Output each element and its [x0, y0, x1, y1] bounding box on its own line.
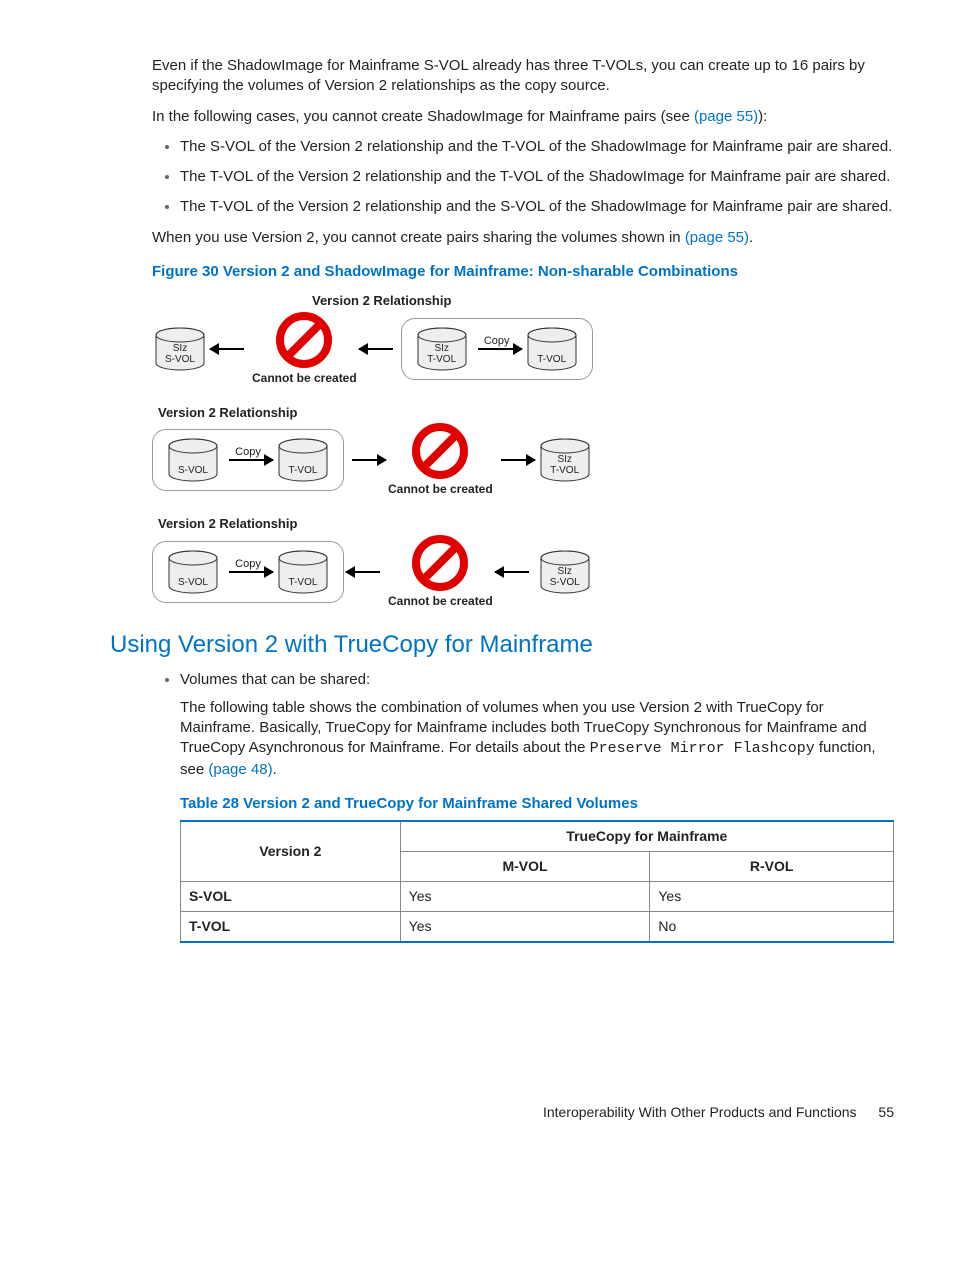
section2-bullets: Volumes that can be shared: The followin… [152, 670, 894, 943]
cannot-label: Cannot be created [252, 370, 357, 386]
cylinder-icon: T-VOL [277, 438, 329, 482]
link-page55-1[interactable]: (page 55) [694, 108, 758, 125]
vol-label: SIz T-VOL [427, 343, 456, 371]
cylinder-icon: SIz T-VOL [539, 438, 591, 482]
vol-label: T-VOL [537, 354, 566, 371]
arrow-icon [359, 348, 399, 350]
prohibited-icon [412, 423, 468, 479]
arrow-icon: Copy [223, 459, 273, 461]
figure-diagram-3: Version 2 Relationship S-VOL Copy T-VOL … [152, 515, 894, 609]
vol-label: S-VOL [178, 577, 208, 594]
th-truecopy: TrueCopy for Mainframe [400, 821, 893, 851]
cylinder-icon: SIz S-VOL [154, 327, 206, 371]
cylinder-icon: T-VOL [277, 550, 329, 594]
copy-label: Copy [484, 334, 510, 349]
vol-label: SIz S-VOL [550, 566, 580, 594]
figure-caption: Figure 30 Version 2 and ShadowImage for … [152, 262, 894, 282]
link-page55-2[interactable]: (page 55) [685, 229, 749, 246]
table-row: T-VOL Yes No [181, 911, 894, 941]
relationship-group: S-VOL Copy T-VOL [152, 541, 344, 603]
intro-p2: In the following cases, you cannot creat… [152, 107, 894, 127]
cell: Yes [650, 881, 894, 911]
arrow-icon [346, 459, 386, 461]
prohibited-icon [276, 312, 332, 368]
intro-p3: When you use Version 2, you cannot creat… [152, 228, 894, 248]
arrow-icon: Copy [223, 571, 273, 573]
cylinder-icon: S-VOL [167, 438, 219, 482]
prohibited-icon [412, 535, 468, 591]
bullet-2: The T-VOL of the Version 2 relationship … [180, 167, 894, 187]
section-heading: Using Version 2 with TrueCopy for Mainfr… [110, 629, 894, 661]
page-number: 55 [878, 1104, 894, 1120]
arrow-icon [495, 571, 535, 573]
vol-label: SIz T-VOL [550, 454, 579, 482]
table-caption: Table 28 Version 2 and TrueCopy for Main… [180, 794, 894, 814]
arrow-icon [346, 571, 386, 573]
page-footer: Interoperability With Other Products and… [110, 1103, 894, 1122]
cylinder-icon: SIz T-VOL [416, 327, 468, 371]
intro-bullets: The S-VOL of the Version 2 relationship … [152, 137, 894, 218]
relationship-group: S-VOL Copy T-VOL [152, 429, 344, 491]
section2-p1: The following table shows the combinatio… [180, 698, 894, 780]
cell: Yes [400, 911, 650, 941]
cylinder-icon: T-VOL [526, 327, 578, 371]
mono-text: Preserve Mirror Flashcopy [590, 740, 815, 757]
row-label: T-VOL [181, 911, 401, 941]
cell: Yes [400, 881, 650, 911]
cylinder-icon: S-VOL [167, 550, 219, 594]
relationship-label: Version 2 Relationship [158, 404, 894, 422]
th-rvol: R-VOL [650, 851, 894, 881]
cell: No [650, 911, 894, 941]
link-page48[interactable]: (page 48) [208, 761, 272, 778]
copy-label: Copy [235, 557, 261, 572]
vol-label: S-VOL [178, 465, 208, 482]
vol-label: SIz S-VOL [165, 343, 195, 371]
th-mvol: M-VOL [400, 851, 650, 881]
footer-text: Interoperability With Other Products and… [543, 1104, 857, 1120]
vol-label: T-VOL [289, 465, 318, 482]
arrow-icon: Copy [472, 348, 522, 350]
arrow-icon [495, 459, 535, 461]
relationship-group: SIz T-VOL Copy T-VOL [401, 318, 593, 380]
bullet-shared: Volumes that can be shared: The followin… [180, 670, 894, 943]
cylinder-icon: SIz S-VOL [539, 550, 591, 594]
vol-label: T-VOL [289, 577, 318, 594]
th-version2: Version 2 [181, 821, 401, 881]
bullet-1: The S-VOL of the Version 2 relationship … [180, 137, 894, 157]
shared-volumes-table: Version 2 TrueCopy for Mainframe M-VOL R… [180, 820, 894, 943]
intro-p1: Even if the ShadowImage for Mainframe S-… [152, 56, 894, 97]
relationship-label: Version 2 Relationship [312, 292, 894, 310]
cannot-label: Cannot be created [388, 593, 493, 609]
figure-diagram-2: Version 2 Relationship S-VOL Copy T-VOL … [152, 404, 894, 498]
figure-diagram-1: Version 2 Relationship SIz S-VOL Cannot … [152, 292, 894, 386]
arrow-icon [210, 348, 250, 350]
row-label: S-VOL [181, 881, 401, 911]
relationship-label: Version 2 Relationship [158, 515, 894, 533]
table-row: S-VOL Yes Yes [181, 881, 894, 911]
cannot-label: Cannot be created [388, 481, 493, 497]
copy-label: Copy [235, 445, 261, 460]
bullet-3: The T-VOL of the Version 2 relationship … [180, 197, 894, 217]
